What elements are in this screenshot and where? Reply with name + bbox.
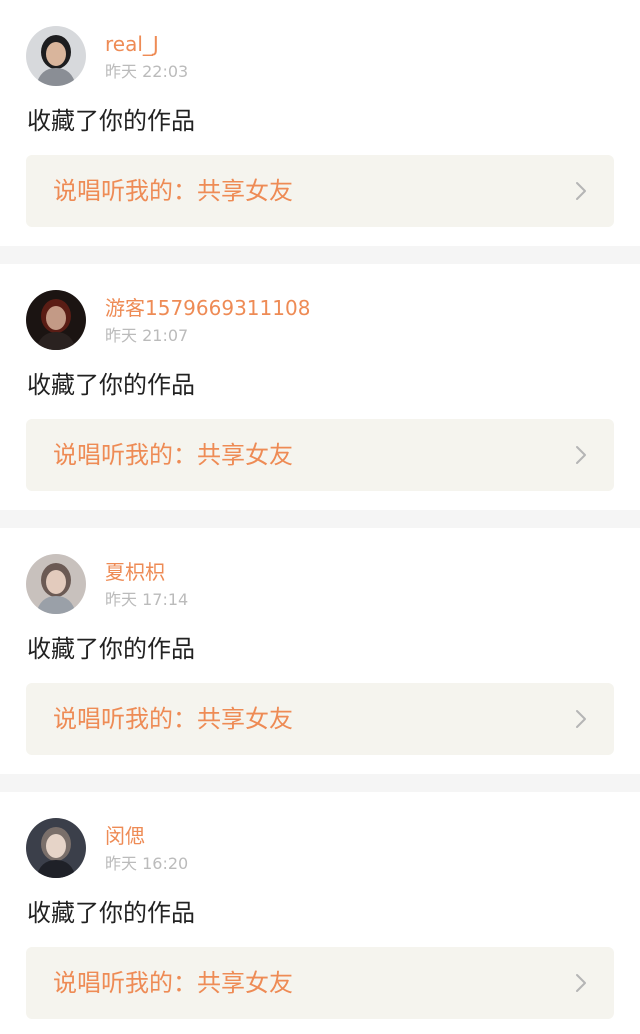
user-avatar[interactable]: [26, 554, 86, 614]
user-avatar-icon: [26, 818, 86, 878]
username[interactable]: 闵偲: [105, 824, 145, 848]
user-avatar[interactable]: [26, 26, 86, 86]
timestamp: 昨天 17:14: [105, 590, 189, 609]
action-text: 收藏了你的作品: [27, 107, 195, 135]
work-link-button[interactable]: 说唱听我的：共享女友: [26, 155, 614, 227]
timestamp: 昨天 16:20: [105, 854, 189, 873]
user-avatar-icon: [26, 554, 86, 614]
work-title: 说唱听我的：共享女友: [53, 177, 293, 205]
user-avatar[interactable]: [26, 290, 86, 350]
notification-card: real_J 昨天 22:03 收藏了你的作品 说唱听我的：共享女友: [0, 0, 640, 246]
timestamp: 昨天 22:03: [105, 62, 189, 81]
notification-card: 夏枳枳 昨天 17:14 收藏了你的作品 说唱听我的：共享女友: [0, 528, 640, 774]
user-avatar-icon: [26, 290, 86, 350]
work-link-button[interactable]: 说唱听我的：共享女友: [26, 947, 614, 1019]
user-avatar[interactable]: [26, 818, 86, 878]
user-avatar-icon: [26, 26, 86, 86]
work-title: 说唱听我的：共享女友: [53, 969, 293, 997]
username[interactable]: real_J: [105, 32, 159, 56]
chevron-right-icon: [576, 182, 586, 200]
timestamp: 昨天 21:07: [105, 326, 189, 345]
action-text: 收藏了你的作品: [27, 371, 195, 399]
work-title: 说唱听我的：共享女友: [53, 441, 293, 469]
work-title: 说唱听我的：共享女友: [53, 705, 293, 733]
action-text: 收藏了你的作品: [27, 899, 195, 927]
chevron-right-icon: [576, 974, 586, 992]
work-link-button[interactable]: 说唱听我的：共享女友: [26, 683, 614, 755]
chevron-right-icon: [576, 446, 586, 464]
action-text: 收藏了你的作品: [27, 635, 195, 663]
username[interactable]: 游客1579669311108: [105, 296, 310, 320]
notification-card: 游客1579669311108 昨天 21:07 收藏了你的作品 说唱听我的：共…: [0, 264, 640, 510]
notification-list: real_J 昨天 22:03 收藏了你的作品 说唱听我的：共享女友 游客157…: [0, 0, 640, 1034]
work-link-button[interactable]: 说唱听我的：共享女友: [26, 419, 614, 491]
username[interactable]: 夏枳枳: [105, 560, 165, 584]
notification-card: 闵偲 昨天 16:20 收藏了你的作品 说唱听我的：共享女友: [0, 792, 640, 1034]
chevron-right-icon: [576, 710, 586, 728]
